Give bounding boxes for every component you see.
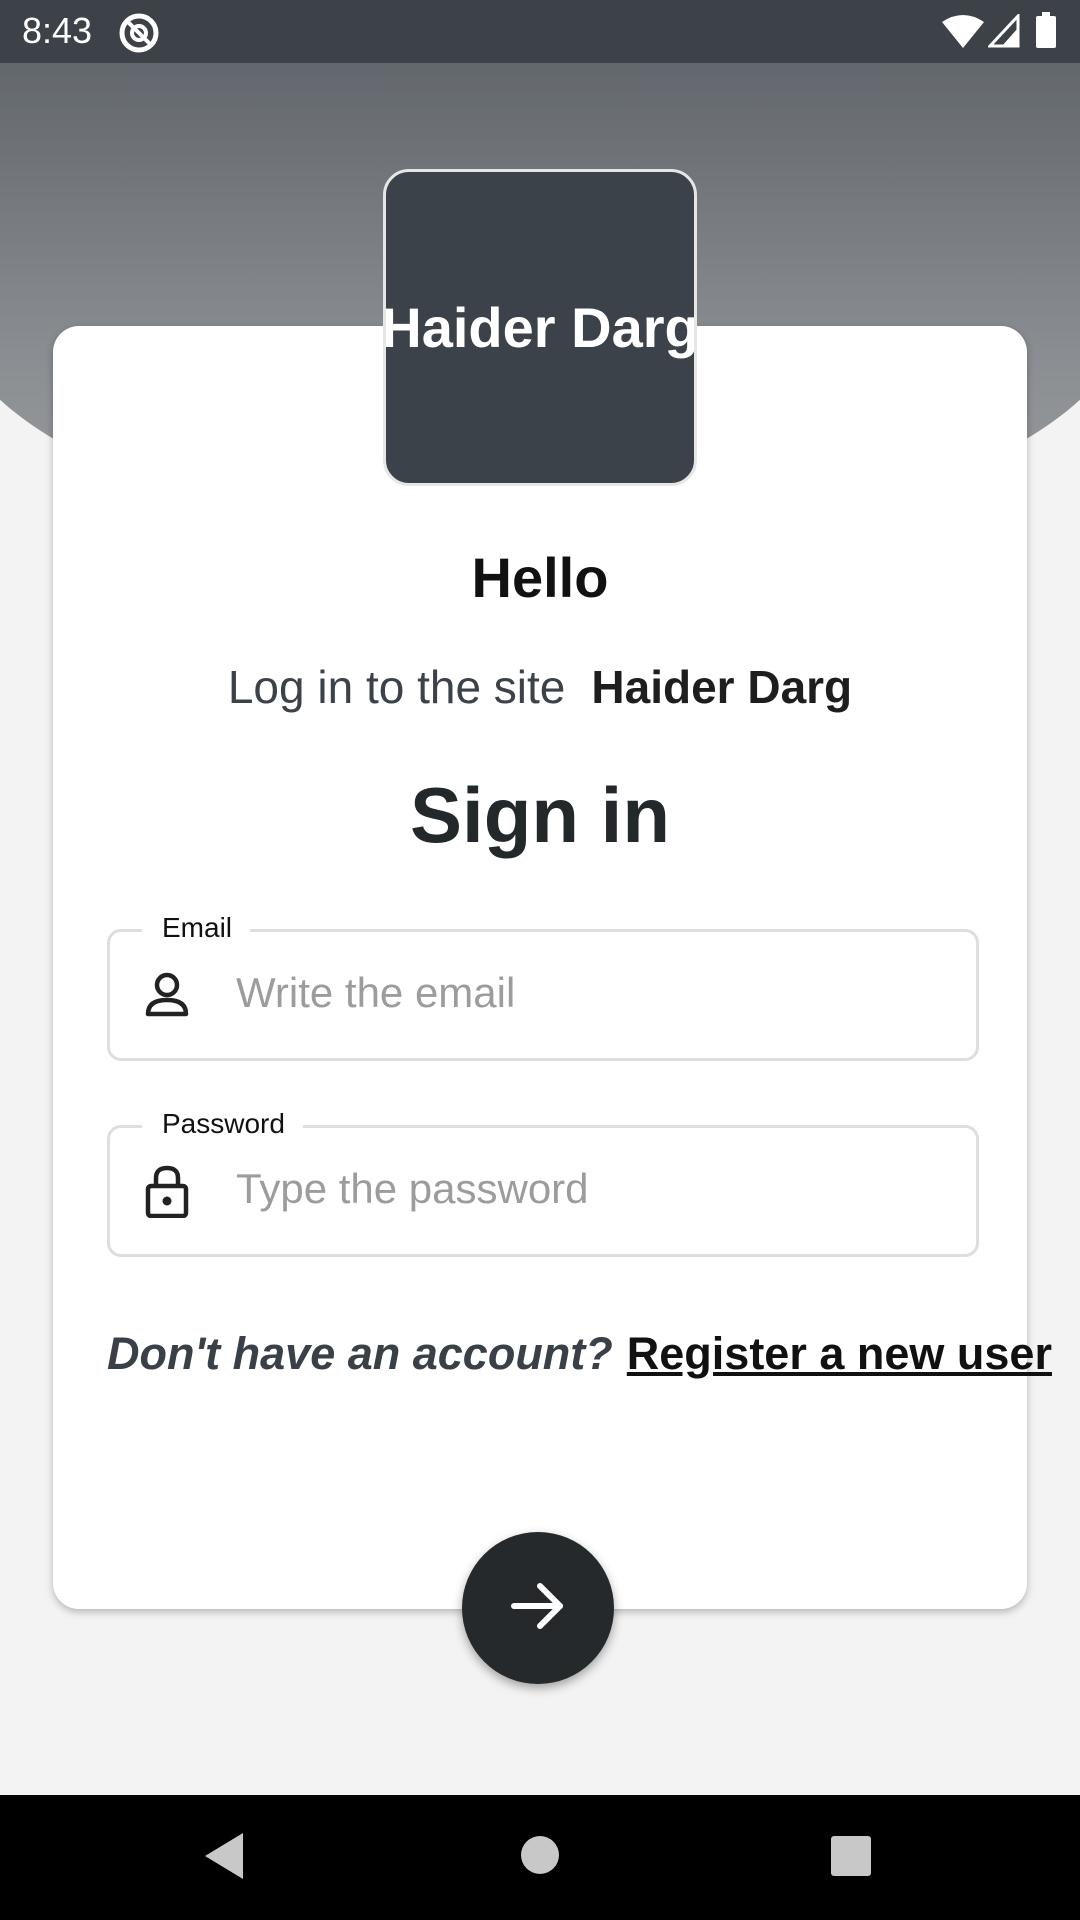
person-icon bbox=[142, 970, 192, 1020]
submit-button[interactable] bbox=[462, 1532, 614, 1684]
navigation-bar bbox=[0, 1795, 1080, 1920]
site-logo: Haider Darg bbox=[383, 169, 697, 486]
email-input[interactable] bbox=[236, 952, 936, 1034]
email-field[interactable]: Email bbox=[107, 912, 979, 1061]
home-icon[interactable] bbox=[520, 1835, 560, 1880]
recents-icon[interactable] bbox=[831, 1836, 871, 1881]
greeting: Hello bbox=[471, 546, 609, 609]
register-link[interactable]: Register a new user bbox=[627, 1328, 1052, 1379]
wifi-icon bbox=[942, 14, 984, 55]
status-bar: 8:43 bbox=[0, 0, 1080, 63]
subtitle-site-name: Haider Darg bbox=[591, 661, 853, 713]
battery-icon bbox=[1036, 12, 1056, 53]
password-field[interactable]: Password bbox=[107, 1108, 979, 1257]
lock-icon bbox=[142, 1164, 192, 1219]
signal-icon bbox=[986, 12, 1020, 53]
account-question: Don't have an account? bbox=[107, 1328, 613, 1379]
register-row: Don't have an account? Register a new use… bbox=[107, 1328, 1052, 1380]
arrow-right-icon bbox=[508, 1576, 568, 1641]
subtitle-prefix: Log in to the site bbox=[227, 661, 566, 713]
page-title: Sign in bbox=[410, 771, 670, 859]
status-time: 8:43 bbox=[22, 10, 93, 51]
password-input[interactable] bbox=[236, 1148, 936, 1230]
password-label: Password bbox=[142, 1108, 303, 1140]
subtitle: Log in to the site Haider Darg bbox=[0, 660, 1080, 714]
email-label: Email bbox=[142, 912, 251, 944]
logo-text: Haider Darg bbox=[383, 296, 697, 359]
back-icon[interactable] bbox=[203, 1831, 245, 1886]
at-sign-icon bbox=[118, 12, 160, 59]
